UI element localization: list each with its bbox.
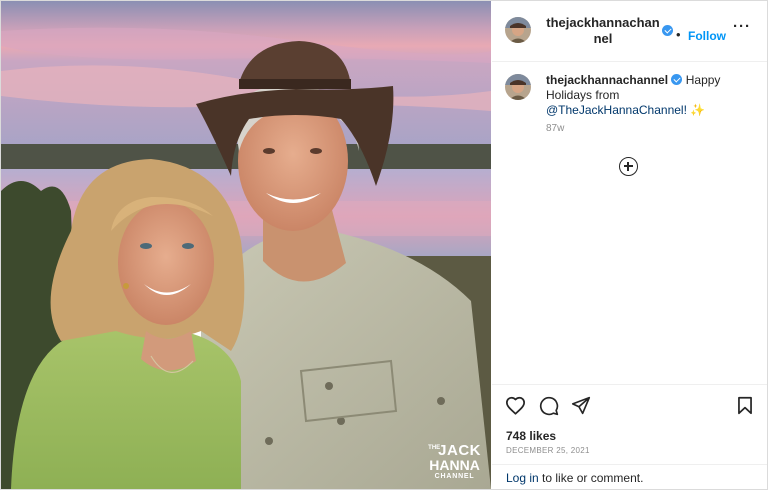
channel-watermark: THE JACK HANNA CHANNEL bbox=[428, 443, 481, 480]
caption-mention-link[interactable]: @TheJackHannaChannel! bbox=[546, 103, 687, 117]
post-actions: 748 likes DECEMBER 25, 2021 Log in to li… bbox=[492, 384, 767, 489]
post-photo[interactable]: THE JACK HANNA CHANNEL bbox=[1, 1, 491, 489]
watermark-hanna: HANNA bbox=[429, 457, 480, 473]
post-image bbox=[1, 1, 491, 489]
add-circle-icon[interactable] bbox=[619, 157, 638, 176]
watermark-the: THE bbox=[428, 445, 441, 451]
sparkles-emoji: ✨ bbox=[690, 103, 706, 117]
post-date: DECEMBER 25, 2021 bbox=[506, 446, 590, 455]
caption-text: thejackhannachannel Happy Holidays from … bbox=[546, 73, 746, 118]
avatar[interactable] bbox=[505, 74, 531, 100]
caption-age[interactable]: 87w bbox=[546, 123, 564, 134]
header-username[interactable]: thejackhannachannel bbox=[544, 15, 662, 47]
login-prompt: Log in to like or comment. bbox=[492, 464, 767, 489]
heart-icon[interactable] bbox=[505, 396, 526, 415]
instagram-post-embed: THE JACK HANNA CHANNEL thejackhannachann… bbox=[0, 0, 768, 490]
login-prompt-text: to like or comment. bbox=[542, 471, 644, 485]
login-link[interactable]: Log in bbox=[506, 471, 539, 485]
separator-dot: • bbox=[676, 27, 681, 42]
verified-icon bbox=[671, 74, 683, 85]
post-header: thejackhannachannel • Follow ··· bbox=[492, 1, 767, 62]
bookmark-icon[interactable] bbox=[737, 396, 753, 415]
post-sidebar: thejackhannachannel • Follow ··· thejack… bbox=[492, 1, 767, 489]
verified-icon bbox=[662, 25, 673, 36]
likes-count[interactable]: 748 likes bbox=[506, 429, 556, 443]
caption-username[interactable]: thejackhannachannel bbox=[546, 73, 668, 87]
more-icon[interactable]: ··· bbox=[733, 19, 751, 34]
comment-icon[interactable] bbox=[539, 396, 559, 416]
watermark-channel: CHANNEL bbox=[434, 473, 475, 480]
follow-button[interactable]: Follow bbox=[688, 29, 726, 43]
avatar[interactable] bbox=[505, 17, 531, 43]
share-icon[interactable] bbox=[571, 396, 591, 415]
